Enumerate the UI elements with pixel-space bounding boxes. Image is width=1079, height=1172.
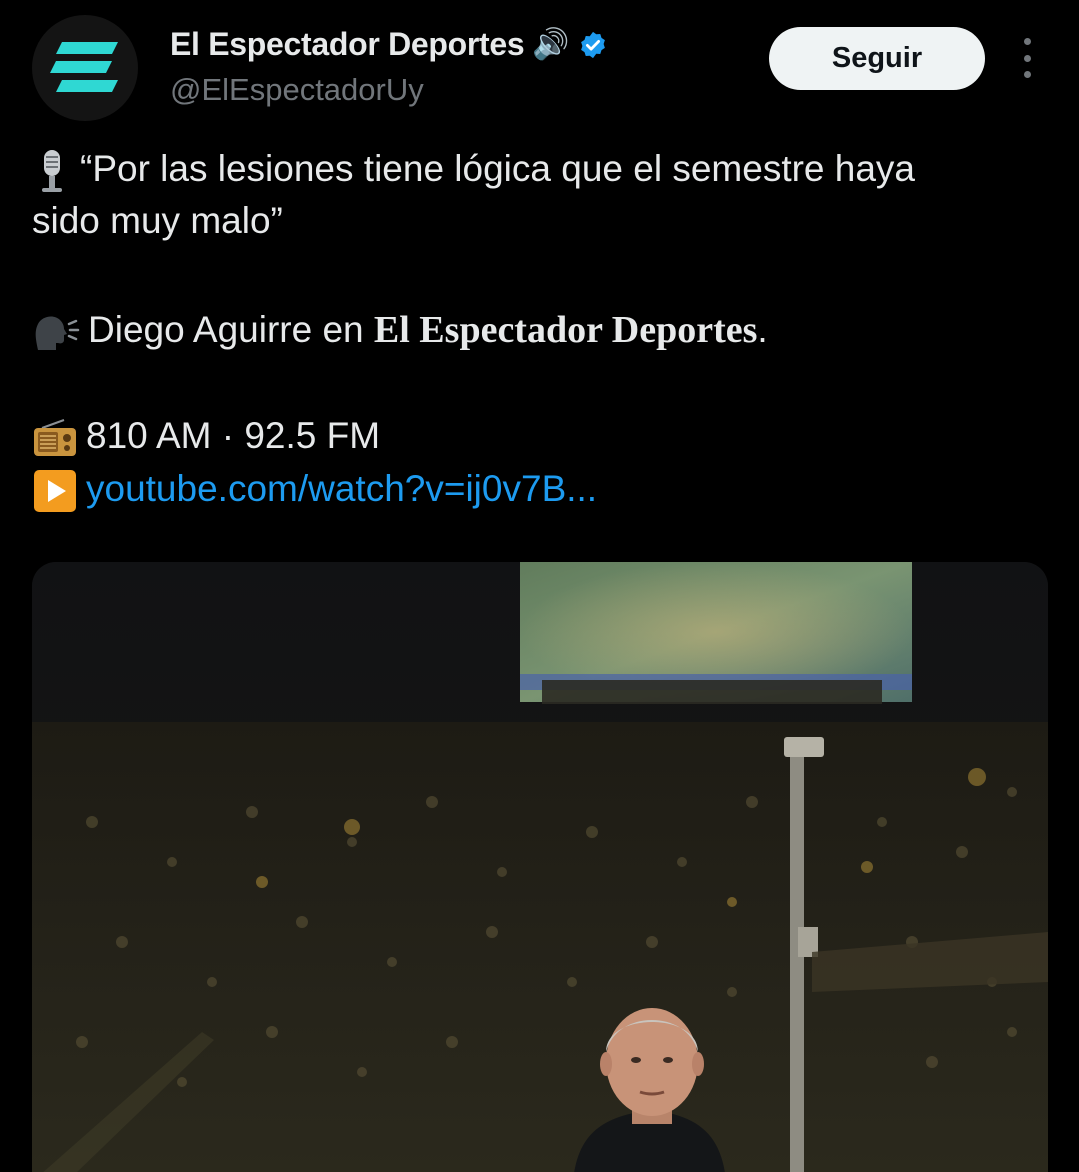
play-button-icon <box>34 470 76 513</box>
tweet: El Espectador Deportes 🔊 @ElEspectadorUy… <box>0 0 1079 1172</box>
author-display-name[interactable]: El Espectador Deportes <box>170 26 525 63</box>
author-name-row: El Espectador Deportes 🔊 <box>170 26 608 63</box>
more-vertical-icon[interactable] <box>1010 38 1044 78</box>
author-handle[interactable]: @ElEspectadorUy <box>170 72 424 108</box>
speaker-prefix: Diego Aguirre en <box>88 309 364 350</box>
youtube-link[interactable]: youtube.com/watch?v=ij0v7B... <box>86 468 597 509</box>
stadium-photo <box>32 562 1048 1172</box>
tweet-quote-line-1: “Por las lesiones tiene lógica que el se… <box>32 143 915 195</box>
verified-badge-icon <box>578 30 608 60</box>
tweet-photo[interactable] <box>32 562 1048 1172</box>
speaker-suffix: . <box>757 309 768 350</box>
radio-icon <box>34 419 76 457</box>
speaker-show-name: El Espectador Deportes <box>373 309 758 351</box>
follow-button[interactable]: Seguir <box>769 27 985 90</box>
tweet-radio-line: 810 AM · 92.5 FM <box>32 410 380 462</box>
radio-frequencies: 810 AM · 92.5 FM <box>86 415 381 456</box>
ee-logo-icon <box>50 42 118 92</box>
quote-text-2: sido muy malo” <box>32 200 283 241</box>
speaker-loud-icon: 🔊 <box>532 27 570 61</box>
microphone-icon <box>42 150 62 193</box>
tweet-speaker-line: Diego Aguirre en El Espectador Deportes. <box>32 304 768 356</box>
quote-text-1: “Por las lesiones tiene lógica que el se… <box>80 148 916 189</box>
speaking-head-icon <box>35 316 80 351</box>
tweet-link-line: youtube.com/watch?v=ij0v7B... <box>32 463 597 515</box>
avatar[interactable] <box>32 15 138 121</box>
